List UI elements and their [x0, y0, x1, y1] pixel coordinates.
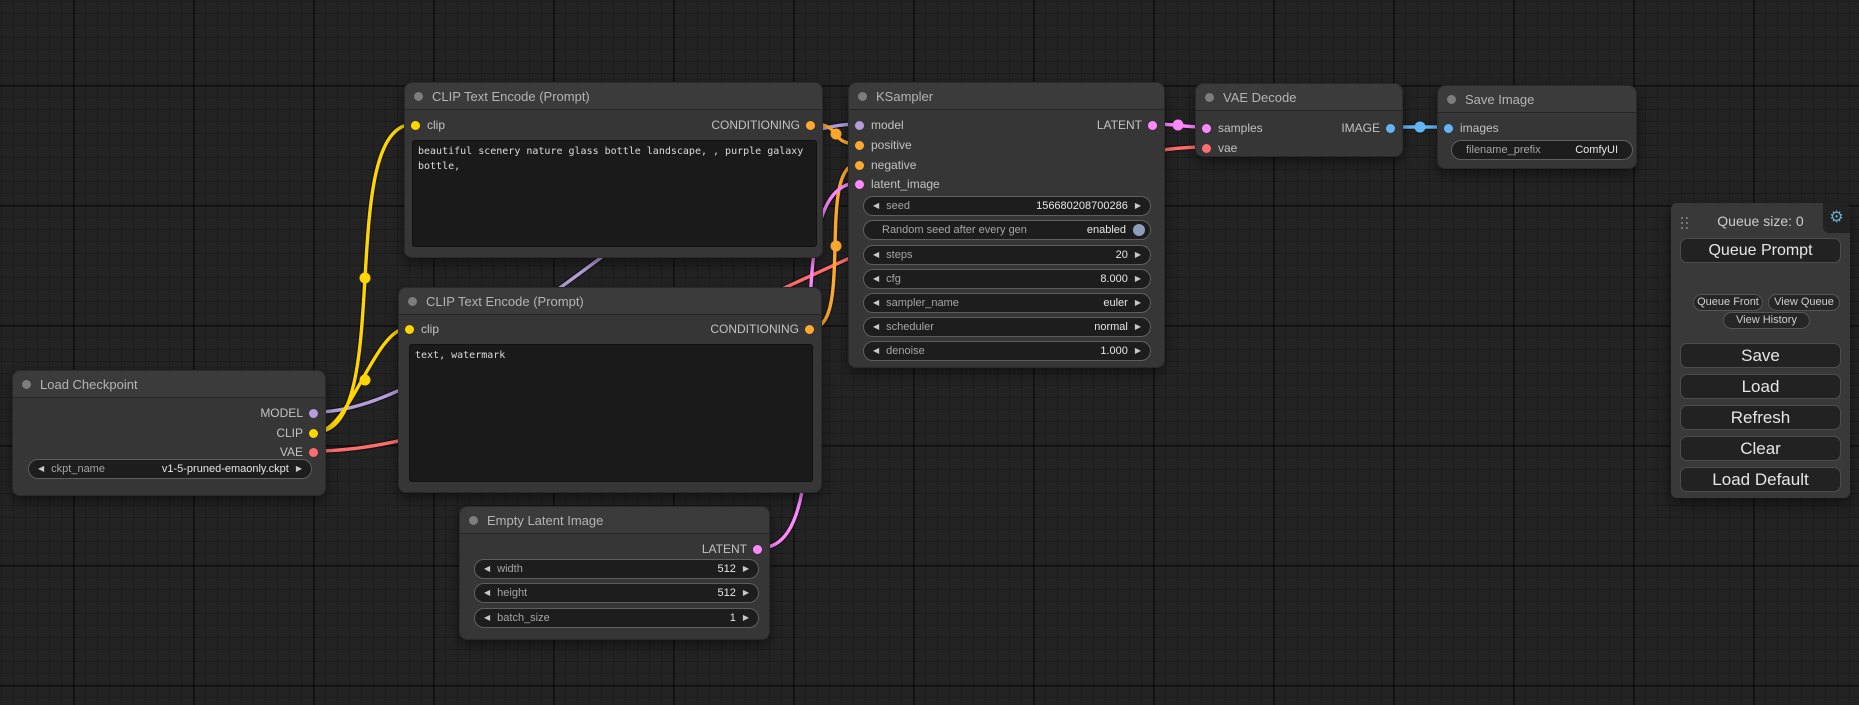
node-save-image[interactable]: Save Image images filename_prefix ComfyU… [1437, 85, 1637, 169]
wire-midpoint-dot [1173, 120, 1184, 131]
queue-front-button[interactable]: Queue Front [1693, 294, 1763, 311]
wire-clip-to-negative-prompt [316, 328, 408, 432]
wire-midpoint-dot [360, 375, 371, 386]
stepper-left-icon[interactable]: ◀ [873, 269, 879, 289]
vae-output-port[interactable] [309, 448, 318, 457]
stepper-left-icon[interactable]: ◀ [873, 245, 879, 265]
width-widget[interactable]: ◀ width 512 ▶ [474, 559, 759, 579]
wire-midpoint-dot [831, 241, 842, 252]
height-widget[interactable]: ◀ height 512 ▶ [474, 583, 759, 603]
steps-widget[interactable]: ◀ steps 20 ▶ [863, 245, 1151, 265]
load-default-button[interactable]: Load Default [1680, 467, 1841, 492]
node-title: Empty Latent Image [487, 513, 603, 528]
stepper-left-icon[interactable]: ◀ [484, 583, 490, 603]
stepper-left-icon[interactable]: ◀ [484, 559, 490, 579]
settings-button[interactable]: ⚙ [1823, 203, 1850, 233]
sampler-name-widget[interactable]: ◀ sampler_name euler ▶ [863, 293, 1151, 313]
wire-midpoint-dot [360, 273, 371, 284]
queue-panel[interactable]: Queue size: 0 ⚙ Queue Prompt Extra optio… [1671, 203, 1850, 498]
node-title-bar[interactable]: KSampler [849, 83, 1164, 110]
stepper-right-icon[interactable]: ▶ [743, 608, 749, 628]
scheduler-widget[interactable]: ◀ scheduler normal ▶ [863, 317, 1151, 337]
negative-input-port[interactable] [855, 161, 864, 170]
wire-midpoint-dot [831, 129, 842, 140]
node-ksampler[interactable]: KSampler model positive negative latent_… [848, 82, 1165, 368]
collapse-toggle-icon[interactable] [414, 92, 423, 101]
collapse-toggle-icon[interactable] [858, 92, 867, 101]
output-label: CLIP [276, 426, 303, 440]
view-queue-button[interactable]: View Queue [1768, 294, 1840, 311]
positive-input-port[interactable] [855, 141, 864, 150]
conditioning-output-port[interactable] [805, 325, 814, 334]
collapse-toggle-icon[interactable] [469, 516, 478, 525]
node-title-bar[interactable]: Load Checkpoint [13, 371, 325, 398]
stepper-left-icon[interactable]: ◀ [873, 196, 879, 216]
vae-input-port[interactable] [1202, 144, 1211, 153]
stepper-right-icon[interactable]: ▶ [1135, 341, 1141, 361]
latent-output-port[interactable] [753, 545, 762, 554]
stepper-right-icon[interactable]: ▶ [1135, 245, 1141, 265]
node-title: Load Checkpoint [40, 377, 138, 392]
output-label: VAE [280, 445, 303, 459]
node-title-bar[interactable]: CLIP Text Encode (Prompt) [399, 288, 821, 315]
latent-output-port[interactable] [1148, 121, 1157, 130]
stepper-right-icon[interactable]: ▶ [743, 583, 749, 603]
clip-output-port[interactable] [309, 429, 318, 438]
stepper-right-icon[interactable]: ▶ [1135, 293, 1141, 313]
clear-button[interactable]: Clear [1680, 436, 1841, 461]
node-title-bar[interactable]: Empty Latent Image [460, 507, 769, 534]
images-input-port[interactable] [1444, 124, 1453, 133]
latent-image-input-port[interactable] [855, 180, 864, 189]
stepper-right-icon[interactable]: ▶ [743, 559, 749, 579]
positive-prompt-textarea[interactable]: beautiful scenery nature glass bottle la… [412, 140, 817, 247]
node-title-bar[interactable]: VAE Decode [1196, 84, 1402, 111]
collapse-toggle-icon[interactable] [22, 380, 31, 389]
conditioning-output-port[interactable] [806, 121, 815, 130]
node-title: VAE Decode [1223, 90, 1296, 105]
node-clip-text-encode-positive[interactable]: CLIP Text Encode (Prompt) clip CONDITION… [404, 82, 823, 258]
random-seed-toggle-widget[interactable]: Random seed after every gen enabled [863, 220, 1151, 240]
stepper-left-icon[interactable]: ◀ [484, 608, 490, 628]
stepper-right-icon[interactable]: ▶ [296, 459, 302, 479]
refresh-button[interactable]: Refresh [1680, 405, 1841, 430]
negative-prompt-textarea[interactable]: text, watermark [409, 344, 813, 482]
node-title: CLIP Text Encode (Prompt) [432, 89, 590, 104]
node-clip-text-encode-negative[interactable]: CLIP Text Encode (Prompt) clip CONDITION… [398, 287, 822, 493]
stepper-right-icon[interactable]: ▶ [1135, 317, 1141, 337]
seed-widget[interactable]: ◀ seed 156680208700286 ▶ [863, 196, 1151, 216]
view-history-button[interactable]: View History [1723, 312, 1810, 329]
filename-prefix-widget[interactable]: filename_prefix ComfyUI [1451, 140, 1633, 160]
node-title: KSampler [876, 89, 933, 104]
cfg-widget[interactable]: ◀ cfg 8.000 ▶ [863, 269, 1151, 289]
node-load-checkpoint[interactable]: Load Checkpoint MODEL CLIP VAE ◀ ckpt_na… [12, 370, 326, 496]
denoise-widget[interactable]: ◀ denoise 1.000 ▶ [863, 341, 1151, 361]
save-button[interactable]: Save [1680, 343, 1841, 368]
batch-size-widget[interactable]: ◀ batch_size 1 ▶ [474, 608, 759, 628]
stepper-left-icon[interactable]: ◀ [38, 459, 44, 479]
gear-icon: ⚙ [1829, 210, 1843, 226]
load-button[interactable]: Load [1680, 374, 1841, 399]
ckpt-name-widget[interactable]: ◀ ckpt_name v1-5-pruned-emaonly.ckpt ▶ [28, 459, 312, 479]
node-title-bar[interactable]: CLIP Text Encode (Prompt) [405, 83, 822, 110]
node-title-bar[interactable]: Save Image [1438, 86, 1636, 113]
stepper-left-icon[interactable]: ◀ [873, 293, 879, 313]
model-output-port[interactable] [309, 409, 318, 418]
node-vae-decode[interactable]: VAE Decode samples vae IMAGE [1195, 83, 1403, 157]
collapse-toggle-icon[interactable] [1447, 95, 1456, 104]
queue-prompt-button[interactable]: Queue Prompt [1680, 238, 1841, 263]
wire-midpoint-dot [1415, 122, 1426, 133]
node-title: CLIP Text Encode (Prompt) [426, 294, 584, 309]
image-output-port[interactable] [1386, 124, 1395, 133]
stepper-right-icon[interactable]: ▶ [1135, 269, 1141, 289]
node-graph-canvas[interactable]: Load Checkpoint MODEL CLIP VAE ◀ ckpt_na… [0, 0, 1859, 705]
stepper-left-icon[interactable]: ◀ [873, 317, 879, 337]
output-label: MODEL [260, 406, 303, 420]
collapse-toggle-icon[interactable] [1205, 93, 1214, 102]
stepper-right-icon[interactable]: ▶ [1135, 196, 1141, 216]
stepper-left-icon[interactable]: ◀ [873, 341, 879, 361]
node-title: Save Image [1465, 92, 1534, 107]
collapse-toggle-icon[interactable] [408, 297, 417, 306]
toggle-knob-icon[interactable] [1133, 224, 1145, 236]
node-empty-latent-image[interactable]: Empty Latent Image LATENT ◀ width 512 ▶ … [459, 506, 770, 640]
